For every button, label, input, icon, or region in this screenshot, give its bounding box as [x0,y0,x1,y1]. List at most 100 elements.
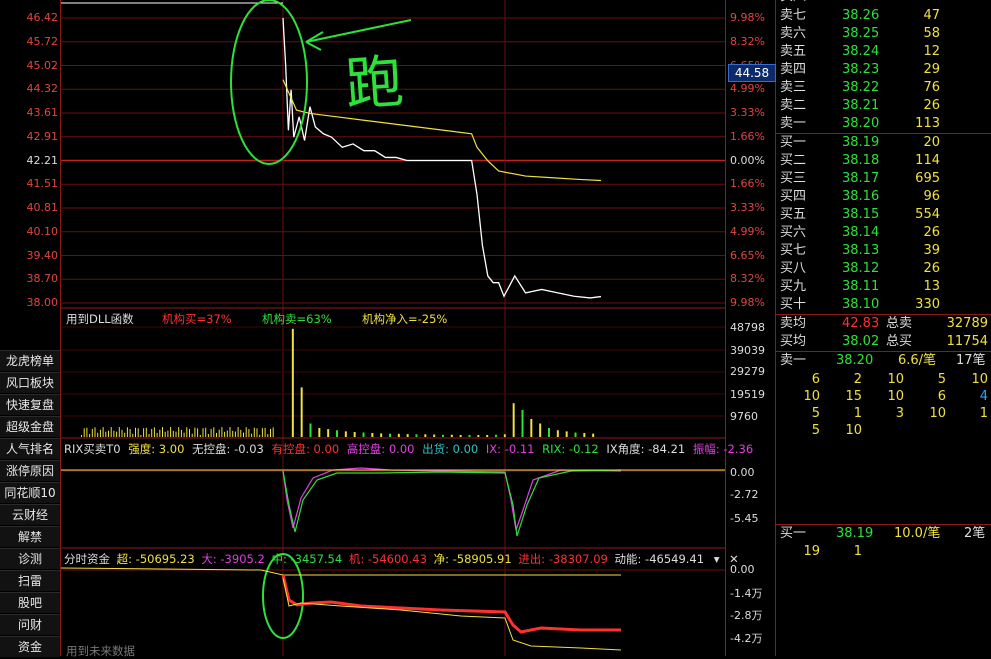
nav-item[interactable]: 云财经 [0,504,60,525]
rix-indicator-header: RIX买卖T0 强度: 3.00 无控盘: -0.03 有控盘: 0.00 高控… [64,441,753,457]
price-tick-label: 45.02 [26,58,59,72]
institution-buy: 机构买=37% [162,312,232,326]
bid1-per: 10.0/笔 [894,526,941,541]
bid-row: 买二 38.18 114 [778,152,990,170]
pre-volume-bar [121,429,123,437]
bid-row: 买九 38.11 13 [778,278,990,296]
ask-volume: 31 [888,0,940,6]
ask-price: 38.27 [842,0,879,6]
current-price-badge: 44.58 [728,64,776,82]
pre-volume-bar [218,429,220,437]
percent-tick-label: 8.32% [730,34,765,48]
pre-volume-bar [145,427,147,437]
fund-name[interactable]: 分时资金 [64,552,110,566]
ask-row: 卖七 38.26 47 [778,7,990,25]
nav-item[interactable]: 快速复盘 [0,394,60,415]
ask-row: 卖六 38.25 58 [778,25,990,43]
volume-tick-label: 9760 [730,410,758,423]
ask-queue-value: 10 [929,406,946,421]
volume-bar [592,433,595,437]
rix-name[interactable]: RIX买卖T0 [64,442,121,456]
percent-tick-label: 4.99% [730,82,765,96]
pre-volume-bar [253,427,255,437]
rix-strength: 强度: 3.00 [128,442,185,456]
volume-bar [521,409,524,437]
pre-volume-bar [113,430,115,437]
ask-label: 卖五 [780,44,807,59]
institution-sell: 机构卖=63% [262,312,332,326]
ask-volume: 26 [923,98,940,113]
fund-tick-label: -2.8万 [730,609,763,622]
nav-item[interactable]: 诊测 [0,548,60,569]
chevron-down-icon[interactable]: ▾ [714,552,720,566]
bid-label: 买八 [780,261,807,276]
close-icon[interactable]: ✕ [729,552,739,566]
nav-item[interactable]: 同花顺10 [0,482,60,503]
pre-volume-bar [207,434,209,437]
nav-item[interactable]: 扫雷 [0,570,60,591]
nav-item[interactable]: 解禁 [0,526,60,547]
fund-inst: 机: -54600.43 [348,552,427,566]
pre-volume-bar [81,435,82,437]
volume-bar [353,432,356,437]
nav-item[interactable]: 股吧 [0,592,60,613]
ask-queue-value: 10 [803,389,820,404]
ask-queue-value: 1 [979,406,988,421]
bid-label: 买二 [780,153,807,168]
pre-volume-bar [129,428,131,437]
ask-row: 卖五 38.24 12 [778,43,990,61]
ask-price: 38.25 [842,26,880,41]
bid-label: 买五 [780,207,807,222]
pre-volume-bar [202,428,204,437]
bid-queue-row: 19 1 [778,543,990,561]
ask-label: 卖六 [780,26,807,41]
percent-tick-label: 9.98% [730,11,765,24]
pre-volume-bar [159,429,161,437]
ask-queue-row: 10 15 10 6 4 [778,388,990,406]
pre-volume-bar [156,432,158,437]
pre-volume-bar [94,427,96,437]
bid-price: 38.11 [842,279,880,294]
bid-price: 38.16 [842,189,880,204]
nav-item[interactable]: 人气排名 [0,438,60,459]
pre-volume-bar [83,428,85,437]
rix-tick-label: -5.45 [730,512,759,525]
nav-item[interactable]: 问财 [0,614,60,635]
volume-bar [380,433,383,437]
volume-tick-label: 19519 [730,388,765,401]
fund-inst-line [281,574,621,634]
pre-volume-bar [259,434,261,437]
pre-volume-bar [189,429,190,437]
nav-item[interactable]: 超级金盘 [0,416,60,437]
pre-volume-bar [232,430,234,437]
ask1-label: 卖一 [780,353,807,368]
pre-volume-bar [86,427,88,437]
ask-queue-value: 10 [887,372,904,387]
percent-tick-label: 1.66% [730,129,765,143]
percent-tick-label: 8.32% [730,272,765,286]
bid-row: 买八 38.12 26 [778,260,990,278]
pre-volume-bar [175,431,177,437]
volume-bar [300,387,303,437]
pre-volume-bar [97,432,99,437]
ask-volume: 113 [915,116,940,131]
ask-label: 卖八 [780,0,806,6]
nav-item[interactable]: 龙虎榜单 [0,350,60,371]
nav-item[interactable]: 资金 [0,636,60,657]
ask-row: 卖一 38.20 113 [778,115,990,133]
ask-queue-value: 10 [887,389,904,404]
volume-tick-label: 39039 [730,344,765,357]
nav-item[interactable]: 风口板块 [0,372,60,393]
ask-queue-value: 6 [937,389,946,404]
bid-queue-value: 1 [853,544,862,559]
nav-item[interactable]: 涨停原因 [0,460,60,481]
bid-volume: 13 [923,279,940,294]
average-price-line [282,79,602,182]
bid-price: 38.18 [842,153,880,168]
pre-volume-bar [221,427,223,437]
pre-volume-bar [199,434,201,437]
ask-queue-value: 6 [811,372,820,387]
rix-line [282,467,622,531]
percent-tick-label: 0.00% [730,153,765,167]
pre-volume-bar [143,428,145,437]
